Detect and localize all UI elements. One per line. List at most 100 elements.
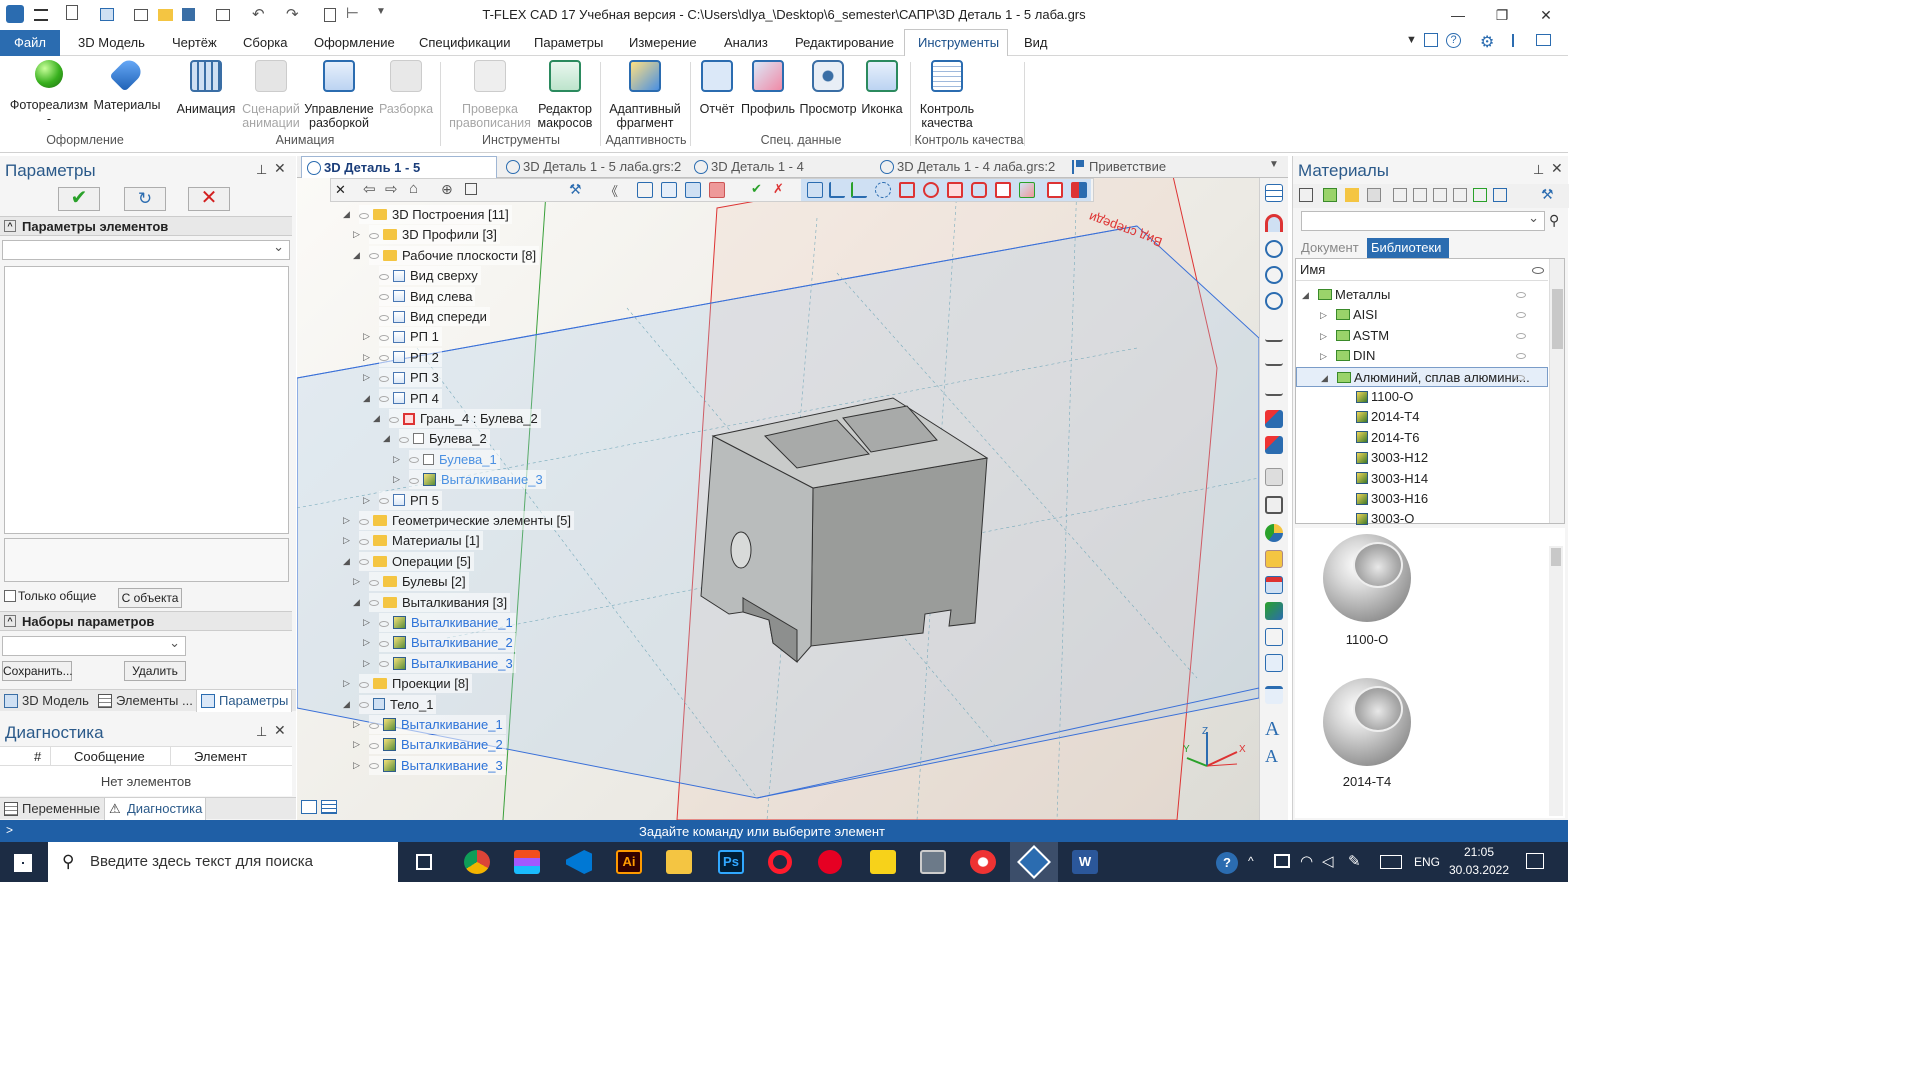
visibility-icon[interactable] <box>379 498 389 505</box>
tree-node[interactable]: ▷ Проекции [8] <box>343 674 472 694</box>
tree-node[interactable]: ▷ РП 3 <box>363 368 442 388</box>
tree-node[interactable]: Вид слева <box>379 286 476 306</box>
help-icon[interactable]: ? <box>1446 33 1461 48</box>
tab-document[interactable]: Документ <box>1295 238 1367 258</box>
illustrator-icon[interactable]: Ai <box>616 850 642 874</box>
expand-icon[interactable]: ◢ <box>343 552 350 571</box>
visibility-icon[interactable] <box>379 273 389 280</box>
snap-axis-icon[interactable] <box>851 182 867 198</box>
material-item[interactable]: 2014-T4 <box>1296 407 1548 427</box>
tflex-taskbar-active[interactable] <box>1010 842 1058 882</box>
expand-icon[interactable]: ▷ <box>1320 346 1327 366</box>
target-icon[interactable]: ⊕ <box>441 181 453 198</box>
expand-icon[interactable]: ▷ <box>353 225 360 244</box>
home-icon[interactable]: ⌂ <box>409 180 418 197</box>
expand-icon[interactable]: ▷ <box>363 491 370 510</box>
render-icon[interactable] <box>1265 602 1283 620</box>
scrollbar-thumb[interactable] <box>1551 548 1561 566</box>
expand-icon[interactable]: ◢ <box>353 246 360 265</box>
minimize-button[interactable]: — <box>1436 0 1480 30</box>
box-icon[interactable] <box>1265 496 1283 514</box>
tree-node[interactable]: ▷ Выталкивание_1 <box>353 715 506 734</box>
visibility-icon[interactable] <box>379 375 389 382</box>
visibility-icon[interactable] <box>379 620 389 627</box>
check-select-icon[interactable]: ✔ <box>751 182 767 198</box>
expand-icon[interactable]: ▷ <box>343 674 350 693</box>
tree-node[interactable]: ▷ Материалы [1] <box>343 531 483 551</box>
tree-node[interactable]: ◢ Грань_4 : Булева_2 <box>373 409 541 428</box>
close-panel-icon[interactable]: ✕ <box>274 160 286 177</box>
adaptive-fragment-button[interactable]: Адаптивный фрагмент <box>604 60 686 130</box>
opera-icon[interactable] <box>768 850 792 874</box>
tree-node[interactable]: ▷ Булевы [2] <box>353 572 469 592</box>
element-parameters-header[interactable]: ^ Параметры элементов <box>0 216 292 236</box>
figma-icon[interactable] <box>514 850 540 874</box>
quality-control-button[interactable]: Контроль качества <box>914 60 980 130</box>
magnet-icon[interactable] <box>1265 214 1283 232</box>
report-button[interactable]: Отчёт <box>696 60 738 116</box>
tree-node[interactable]: ◢ Тело_1 <box>343 694 437 714</box>
animation-button[interactable]: Анимация <box>172 60 240 116</box>
material-item[interactable]: 3003-H16 <box>1296 489 1548 509</box>
material-item[interactable]: 3003-O <box>1296 509 1548 529</box>
expand-icon[interactable]: ◢ <box>383 429 390 448</box>
menu-file[interactable]: Файл <box>0 30 60 56</box>
pin-icon[interactable]: ⊥ <box>256 162 267 178</box>
visibility-icon[interactable] <box>1516 332 1526 339</box>
expand-icon[interactable]: ▷ <box>363 327 370 346</box>
restore-button[interactable]: ❐ <box>1480 0 1524 30</box>
visibility-icon[interactable] <box>369 232 379 239</box>
expand-icon[interactable]: ◢ <box>1302 285 1309 305</box>
language-indicator[interactable]: ENG <box>1414 855 1440 869</box>
grid-icon[interactable] <box>1367 188 1381 202</box>
visibility-icon[interactable] <box>379 396 389 403</box>
profile-button[interactable]: Профиль <box>740 60 796 116</box>
save-set-button[interactable]: Сохранить... <box>2 661 73 681</box>
from-object-button[interactable]: С объекта <box>118 588 182 608</box>
doc-tab-4-1[interactable]: 3D Деталь 1 - 4 лаба.grs:1 <box>689 156 869 196</box>
tree-node[interactable]: ▷ Геометрические элементы [5] <box>343 511 574 530</box>
doc-tab-4-2[interactable]: 3D Деталь 1 - 4 лаба.grs:2 <box>875 156 1061 178</box>
undo-icon[interactable]: ↶ <box>252 5 265 23</box>
calculator-icon[interactable] <box>920 850 946 874</box>
menu-formatting[interactable]: Оформление <box>304 30 405 56</box>
visibility-icon[interactable] <box>359 559 369 566</box>
visibility-icon[interactable] <box>389 416 399 423</box>
search-commands-icon[interactable] <box>1424 33 1438 47</box>
visibility-icon[interactable] <box>369 253 379 260</box>
task-view-icon[interactable] <box>416 854 432 870</box>
expand-icon[interactable]: ▷ <box>363 348 370 367</box>
customize-dropdown-icon[interactable]: ▼ <box>376 6 386 17</box>
ribbon-collapse-icon[interactable]: ▼ <box>1406 34 1417 46</box>
menu-view[interactable]: Вид <box>1014 30 1058 56</box>
visibility-icon[interactable] <box>399 436 409 443</box>
menu-editing[interactable]: Редактирование <box>785 30 904 56</box>
clock-time[interactable]: 21:05 <box>1446 845 1512 859</box>
tree-node[interactable]: ▷ 3D Профили [3] <box>353 225 500 245</box>
tree-node[interactable]: ▷ РП 1 <box>363 327 442 347</box>
expand-icon[interactable]: ▷ <box>353 756 360 775</box>
photorealism-button[interactable]: Фотореализм - <box>8 60 90 126</box>
tree-node[interactable]: ◢ РП 4 <box>363 388 442 408</box>
visibility-icon[interactable] <box>379 294 389 301</box>
battery-icon[interactable] <box>1274 854 1290 868</box>
tab-variables[interactable]: Переменные <box>0 798 104 820</box>
expand-icon[interactable]: ◢ <box>353 593 360 612</box>
expand-icon[interactable]: ▷ <box>393 450 400 469</box>
tab-parameters[interactable]: Параметры <box>196 690 292 712</box>
snap-curve-icon[interactable] <box>875 182 891 198</box>
section-icon[interactable] <box>1265 576 1283 594</box>
export-material-icon[interactable] <box>1473 188 1487 202</box>
previews-scrollbar[interactable] <box>1549 546 1563 816</box>
snap-grid-icon[interactable] <box>807 182 823 198</box>
expand-icon[interactable]: ◢ <box>343 695 350 714</box>
icon-button[interactable]: Иконка <box>858 60 906 116</box>
expand-icon[interactable]: ◢ <box>373 409 380 428</box>
tree-node[interactable]: ▷ Выталкивание_2 <box>363 633 516 653</box>
tab-libraries[interactable]: Библиотеки <box>1367 238 1449 258</box>
parameters-list[interactable] <box>4 266 289 534</box>
props-icon[interactable] <box>1493 188 1507 202</box>
menu-measurement[interactable]: Измерение <box>619 30 707 56</box>
snap-point-icon[interactable] <box>829 182 845 198</box>
only-common-checkbox[interactable] <box>4 590 16 602</box>
